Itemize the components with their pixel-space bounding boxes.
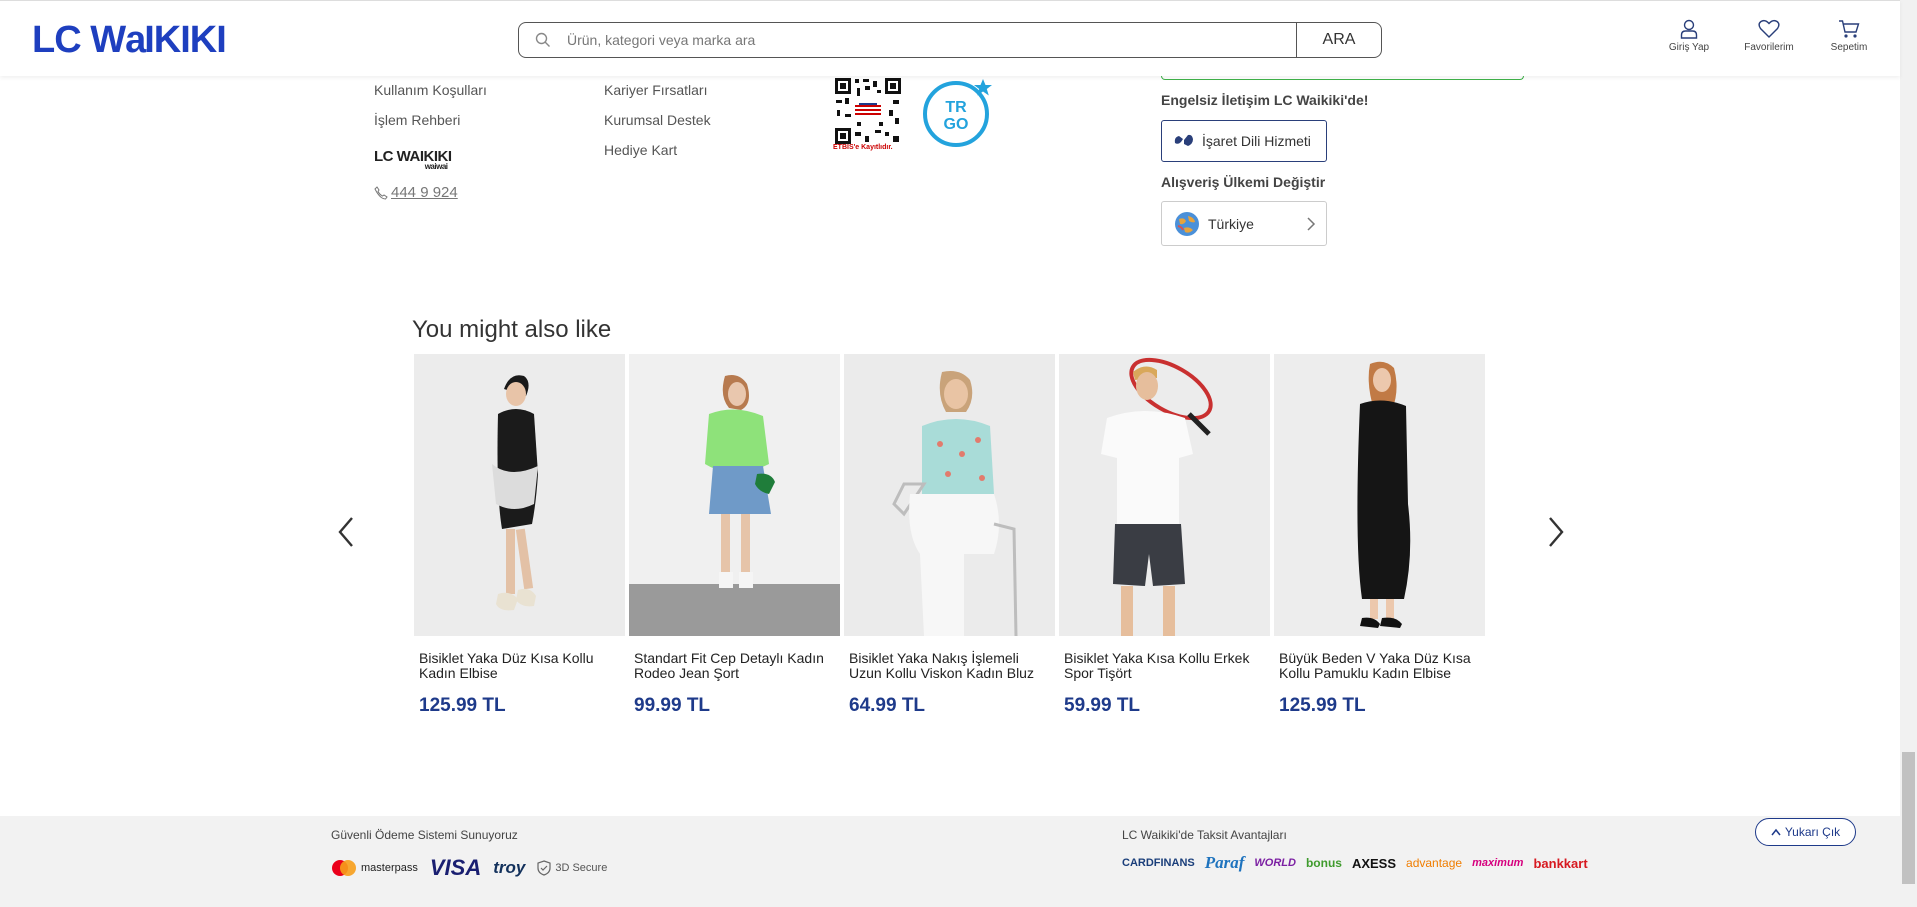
- search-bar: Ürün, kategori veya marka ara ARA: [518, 22, 1382, 58]
- phone-link[interactable]: 444 9 924: [374, 184, 458, 201]
- country-selector[interactable]: Türkiye: [1161, 201, 1327, 246]
- login-button[interactable]: Giriş Yap: [1654, 19, 1724, 53]
- heart-icon: [1758, 19, 1780, 38]
- footer-link-guide[interactable]: İşlem Rehberi: [374, 112, 460, 128]
- sign-language-label: İşaret Dili Hizmeti: [1202, 133, 1311, 149]
- etbis-label: ETBIS'e Kayıtlıdır.: [833, 144, 893, 151]
- product-name[interactable]: Bisiklet Yaka Düz Kısa Kollu Kadın Elbis…: [414, 651, 625, 685]
- product-card[interactable]: Bisiklet Yaka Nakış İşlemeli Uzun Kollu …: [844, 354, 1055, 717]
- cart-button[interactable]: Sepetim: [1814, 19, 1884, 53]
- footer-bottom: [0, 816, 1900, 907]
- product-price: 125.99 TL: [1279, 695, 1366, 716]
- svg-text:GO: GO: [944, 116, 969, 133]
- search-button[interactable]: ARA: [1296, 23, 1381, 57]
- product-name[interactable]: Bisiklet Yaka Nakış İşlemeli Uzun Kollu …: [844, 651, 1055, 685]
- carousel-next-arrow[interactable]: [1540, 514, 1570, 550]
- accessibility-title: Engelsiz İletişim LC Waikiki'de!: [1161, 92, 1369, 108]
- cart-icon: [1839, 20, 1860, 38]
- svg-text:TR: TR: [945, 99, 967, 116]
- product-name[interactable]: Standart Fit Cep Detaylı Kadın Rodeo Jea…: [629, 651, 840, 685]
- product-image[interactable]: [414, 354, 625, 636]
- favorites-button[interactable]: Favorilerim: [1734, 19, 1804, 53]
- product-image[interactable]: [844, 354, 1055, 636]
- world-logo: WORLD: [1254, 857, 1296, 869]
- installment-title: LC Waikiki'de Taksit Avantajları: [1122, 828, 1287, 842]
- recommendations-title: You might also like: [412, 316, 612, 343]
- masterpass-logo: masterpass: [331, 859, 418, 877]
- phone-number: 444 9 924: [391, 184, 458, 201]
- product-price: 99.99 TL: [634, 695, 711, 716]
- product-price: 64.99 TL: [849, 695, 926, 716]
- footer-link-terms[interactable]: Kullanım Koşulları: [374, 82, 487, 98]
- waiwai-logo[interactable]: LC WAIKIKI waiwai: [374, 148, 452, 171]
- country-title: Alışveriş Ülkemi Değiştir: [1161, 174, 1326, 190]
- login-label: Giriş Yap: [1668, 42, 1710, 53]
- trgo-badge[interactable]: TR GO: [922, 76, 994, 148]
- product-price: 59.99 TL: [1064, 695, 1141, 716]
- site-header: LC WaIKIKI Ürün, kategori veya marka ara…: [0, 0, 1900, 76]
- payment-logos: masterpass VISA troy 3D Secure: [331, 855, 607, 881]
- search-icon: [519, 23, 567, 57]
- back-to-top-label: Yukarı Çık: [1784, 825, 1841, 839]
- maximum-logo: maximum: [1472, 857, 1524, 869]
- paraf-logo: Paraf: [1204, 853, 1245, 872]
- globe-icon: [1175, 211, 1199, 236]
- advantage-logo: advantage: [1406, 856, 1463, 870]
- cardfinans-logo: CARDFINANS: [1122, 857, 1195, 869]
- carousel-prev-arrow[interactable]: [332, 514, 362, 550]
- bonus-logo: bonus: [1305, 856, 1342, 870]
- footer-link-corporate-support[interactable]: Kurumsal Destek: [604, 112, 711, 128]
- product-price: 125.99 TL: [419, 695, 506, 716]
- 3d-secure-logo: 3D Secure: [537, 860, 607, 876]
- troy-logo: troy: [493, 858, 526, 877]
- sign-language-button[interactable]: İşaret Dili Hizmeti: [1161, 120, 1327, 162]
- cart-label: Sepetim: [1830, 42, 1868, 53]
- product-image[interactable]: [1274, 354, 1485, 636]
- phone-icon: [374, 185, 388, 200]
- scrollbar-thumb[interactable]: [1902, 752, 1915, 884]
- country-selected: Türkiye: [1208, 215, 1254, 232]
- sign-language-icon: [1174, 134, 1193, 146]
- product-card[interactable]: Standart Fit Cep Detaylı Kadın Rodeo Jea…: [629, 354, 840, 717]
- footer-link-gift-card[interactable]: Hediye Kart: [604, 142, 677, 158]
- bankkart-logo: bankkart: [1533, 855, 1588, 871]
- site-logo[interactable]: LC WaIKIKI: [32, 19, 227, 62]
- product-name[interactable]: Büyük Beden V Yaka Düz Kısa Kollu Pamukl…: [1274, 651, 1485, 685]
- etbis-qr-code[interactable]: [833, 76, 903, 146]
- user-icon: [1680, 19, 1698, 39]
- chevron-up-icon: [1771, 828, 1781, 836]
- axess-logo: AXESS: [1351, 855, 1397, 871]
- visa-logo: VISA: [429, 855, 482, 880]
- product-image[interactable]: [629, 354, 840, 636]
- shield-icon: [537, 860, 551, 876]
- product-image[interactable]: [1059, 354, 1270, 636]
- chevron-right-icon: [1307, 216, 1316, 231]
- product-card[interactable]: Bisiklet Yaka Kısa Kollu Erkek Spor Tişö…: [1059, 354, 1270, 717]
- product-name[interactable]: Bisiklet Yaka Kısa Kollu Erkek Spor Tişö…: [1059, 651, 1270, 685]
- bank-logos: CARDFINANS Paraf WORLD bonus AXESS advan…: [1122, 853, 1588, 873]
- product-card[interactable]: Bisiklet Yaka Düz Kısa Kollu Kadın Elbis…: [414, 354, 625, 717]
- back-to-top-button[interactable]: Yukarı Çık: [1755, 818, 1856, 846]
- newsletter-field-edge: [1161, 76, 1524, 80]
- product-card[interactable]: Büyük Beden V Yaka Düz Kısa Kollu Pamukl…: [1274, 354, 1485, 717]
- footer-link-career[interactable]: Kariyer Fırsatları: [604, 82, 707, 98]
- payment-title: Güvenli Ödeme Sistemi Sunuyoruz: [331, 828, 518, 842]
- search-input[interactable]: Ürün, kategori veya marka ara: [567, 23, 1296, 57]
- favorites-label: Favorilerim: [1744, 42, 1794, 53]
